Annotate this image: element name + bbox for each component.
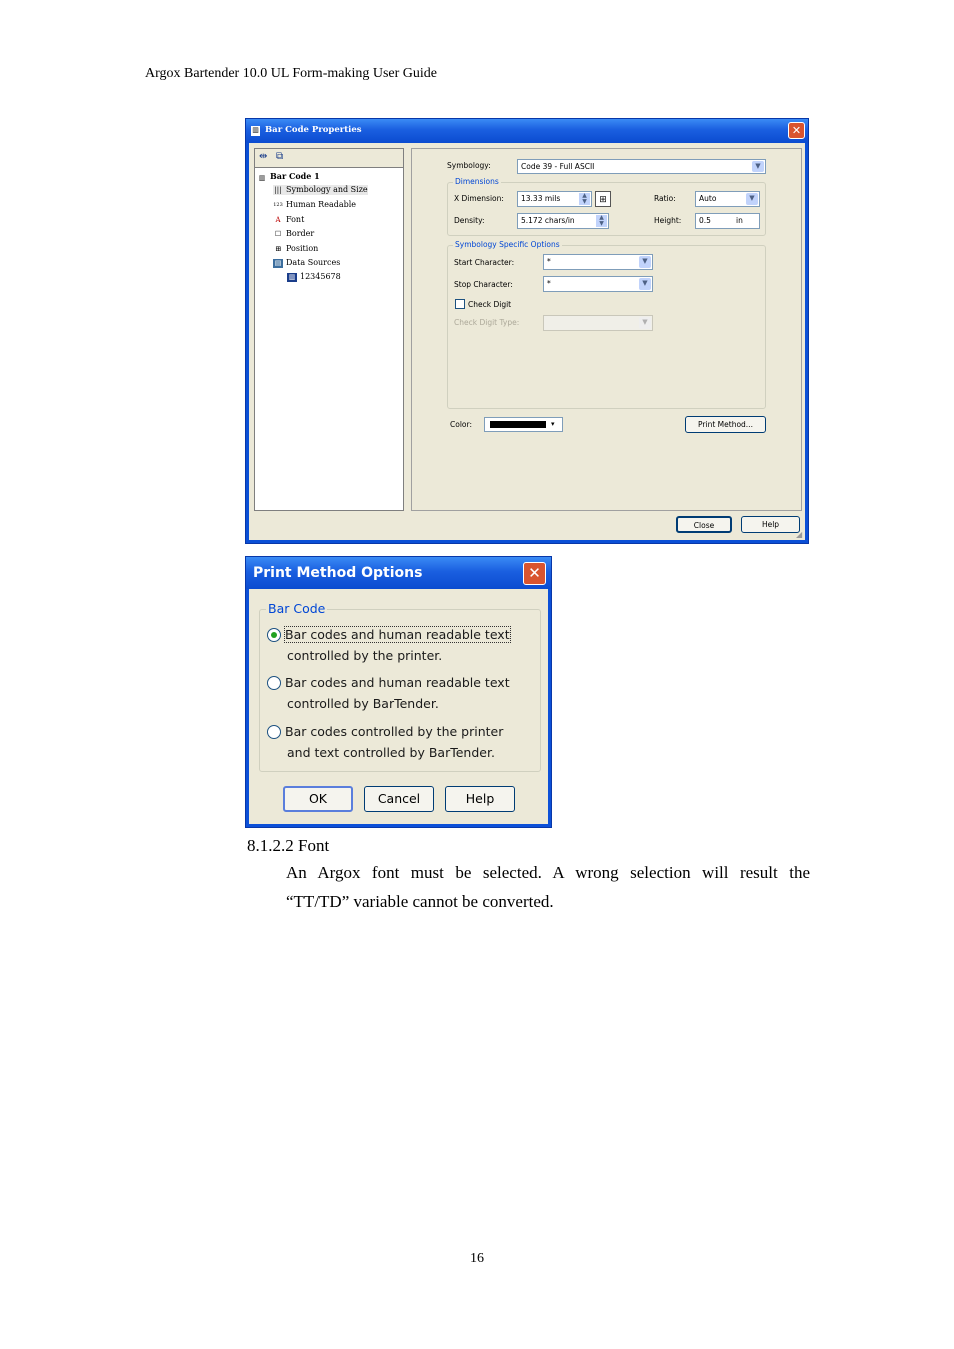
chevron-down-icon: ▼ xyxy=(639,256,651,268)
spin-arrows-icon[interactable]: ▲ ▼ xyxy=(579,193,590,205)
start-character-select[interactable]: * ▼ xyxy=(543,254,653,270)
option-bartender-line2: controlled by BarTender. xyxy=(287,696,439,711)
stop-character-select[interactable]: * ▼ xyxy=(543,276,653,292)
close-icon[interactable]: ✕ xyxy=(523,562,546,585)
radio-option-bartender[interactable] xyxy=(267,676,281,690)
symbology-label: Symbology: xyxy=(447,161,491,170)
barcode-small-icon: ||| xyxy=(274,185,282,194)
calculator-icon[interactable]: ⊞ xyxy=(595,191,611,207)
barcode-icon: ▥ xyxy=(251,126,260,136)
page-number: 16 xyxy=(470,1251,484,1266)
option-mixed-line2: and text controlled by BarTender. xyxy=(287,745,495,760)
print-method-button[interactable]: Print Method... xyxy=(685,416,766,433)
close-button[interactable]: Close xyxy=(676,516,732,533)
specific-options-title: Symbology Specific Options xyxy=(453,240,562,249)
help-button[interactable]: Help xyxy=(445,786,515,812)
start-character-label: Start Character: xyxy=(454,258,515,267)
tree-panel: ⇹ ⧉ ▥ Bar Code 1 ||| Symbology and Size 12… xyxy=(254,148,404,511)
section-body-line1: An Argox font must be selected. A wrong … xyxy=(286,863,810,882)
check-digit-type-label: Check Digit Type: xyxy=(454,318,520,327)
print-method-title: Print Method Options xyxy=(253,565,423,581)
ratio-label: Ratio: xyxy=(654,194,676,203)
option-printer-line1: Bar codes and human readable text xyxy=(284,626,511,643)
cancel-button[interactable]: Cancel xyxy=(364,786,434,812)
resize-grip-icon[interactable]: ◢ xyxy=(796,531,804,539)
print-method-titlebar[interactable]: Print Method Options ✕ xyxy=(246,557,551,589)
tree-item-data-sources[interactable]: ▤ Data Sources xyxy=(273,258,340,268)
density-label: Density: xyxy=(454,216,485,225)
tree-item-font[interactable]: A Font xyxy=(273,215,304,225)
dimensions-title: Dimensions xyxy=(453,177,501,186)
option-mixed-line1: Bar codes controlled by the printer xyxy=(285,724,504,739)
section-body-line2: “TT/TD” variable cannot be converted. xyxy=(286,892,554,911)
properties-panel: Symbology: Code 39 - Full ASCII ▼ Dimens… xyxy=(411,148,802,511)
height-label: Height: xyxy=(654,216,682,225)
stop-character-label: Stop Character: xyxy=(454,280,513,289)
chevron-down-icon: ▼ xyxy=(639,317,651,329)
barcode-dialog-title: Bar Code Properties xyxy=(265,125,362,135)
border-icon: ☐ xyxy=(274,229,282,238)
height-unit: in xyxy=(736,216,743,225)
print-method-client: Bar Code Bar codes and human readable te… xyxy=(249,589,548,824)
barcode-dialog-client: ⇹ ⧉ ▥ Bar Code 1 ||| Symbology and Size 12… xyxy=(249,143,805,540)
height-input[interactable]: 0.5 in xyxy=(695,213,760,229)
close-icon[interactable]: ✕ xyxy=(788,122,805,139)
bar-code-group-title: Bar Code xyxy=(266,601,328,616)
symbology-select[interactable]: Code 39 - Full ASCII ▼ xyxy=(517,159,766,174)
tree-item-symbology-size[interactable]: ||| Symbology and Size xyxy=(273,185,368,195)
color-swatch xyxy=(490,421,546,428)
chevron-down-icon: ▼ xyxy=(752,161,764,172)
tree-item-human-readable[interactable]: 123 Human Readable xyxy=(273,200,356,210)
collapse-icon[interactable]: ⇹ xyxy=(259,152,267,162)
check-digit-label: Check Digit xyxy=(468,300,512,309)
page-header: Argox Bartender 10.0 UL Form-making User… xyxy=(145,66,437,81)
print-method-dialog: Print Method Options ✕ Bar Code Bar code… xyxy=(245,556,552,828)
tile-icon[interactable]: ⧉ xyxy=(276,152,283,162)
color-picker[interactable]: ▾ xyxy=(484,417,563,432)
barcode-properties-dialog: ▥ Bar Code Properties ✕ ⇹ ⧉ ▥ Bar Code 1 … xyxy=(245,118,809,544)
radio-option-printer[interactable] xyxy=(267,628,281,642)
chevron-down-icon: ▼ xyxy=(746,193,758,205)
section-heading: 8.1.2.2 Font xyxy=(247,836,330,855)
x-dimension-input[interactable]: 13.33 mils ▲ ▼ xyxy=(517,191,592,207)
tree-toolbar: ⇹ ⧉ xyxy=(255,149,403,168)
check-digit-checkbox[interactable] xyxy=(455,299,465,309)
spin-arrows-icon[interactable]: ▲ ▼ xyxy=(596,215,607,227)
chevron-down-icon: ▼ xyxy=(639,278,651,290)
radio-option-mixed[interactable] xyxy=(267,725,281,739)
datasource-icon: ▤ xyxy=(273,258,283,268)
numbers-icon: 123 xyxy=(273,201,283,208)
barcode-icon: ▥ xyxy=(258,172,266,182)
ok-button[interactable]: OK xyxy=(283,786,353,812)
ratio-select[interactable]: Auto ▼ xyxy=(695,191,760,207)
tree-item-data-value[interactable]: ▥ 12345678 xyxy=(287,272,341,282)
density-input[interactable]: 5.172 chars/in ▲ ▼ xyxy=(517,213,609,229)
barcode-data-icon: ▥ xyxy=(287,272,297,282)
check-digit-type-select[interactable]: ▼ xyxy=(543,315,653,331)
position-icon: ⊞ xyxy=(275,244,281,253)
option-printer-line2: controlled by the printer. xyxy=(287,648,443,663)
tree-item-border[interactable]: ☐ Border xyxy=(273,229,314,239)
color-label: Color: xyxy=(450,420,472,429)
font-icon: A xyxy=(275,215,281,224)
x-dimension-label: X Dimension: xyxy=(454,194,504,203)
chevron-down-icon: ▾ xyxy=(551,420,555,428)
option-bartender-line1: Bar codes and human readable text xyxy=(285,675,510,690)
tree-item-position[interactable]: ⊞ Position xyxy=(273,244,318,254)
tree-item-bar-code[interactable]: ▥ Bar Code 1 xyxy=(257,171,320,182)
barcode-dialog-titlebar[interactable]: ▥ Bar Code Properties ✕ xyxy=(246,119,808,143)
help-button[interactable]: Help xyxy=(741,516,800,533)
